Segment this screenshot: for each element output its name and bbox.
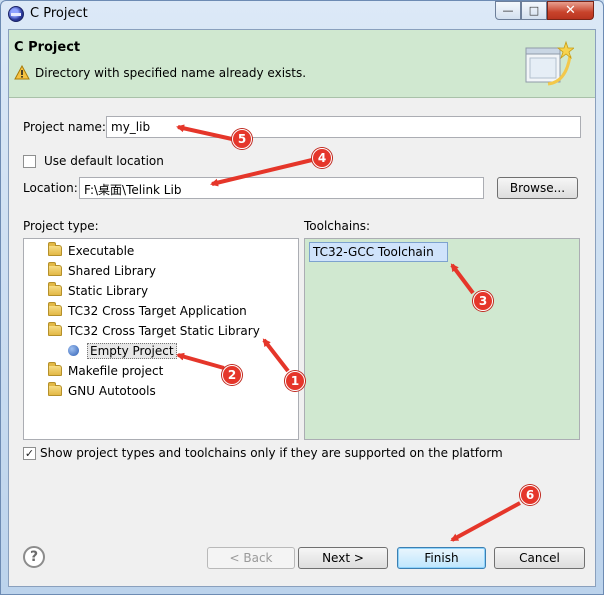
annotation-arrows xyxy=(176,124,521,542)
annotation-arrow-2 xyxy=(176,352,225,370)
annotation-badge-3: 3 xyxy=(473,291,493,311)
annotation-badge-2: 2 xyxy=(222,365,242,385)
annotation-arrow-5 xyxy=(176,124,233,141)
annotation-badge-5: 5 xyxy=(232,129,252,149)
annotation-badge-4: 4 xyxy=(312,148,332,168)
annotation-badge-6: 6 xyxy=(520,485,540,505)
annotation-arrow-3 xyxy=(450,263,475,295)
annotation-arrow-1 xyxy=(262,338,290,373)
annotation-arrow-4 xyxy=(210,158,313,187)
annotation-badge-1: 1 xyxy=(285,371,305,391)
annotation-arrow-6 xyxy=(450,501,521,542)
